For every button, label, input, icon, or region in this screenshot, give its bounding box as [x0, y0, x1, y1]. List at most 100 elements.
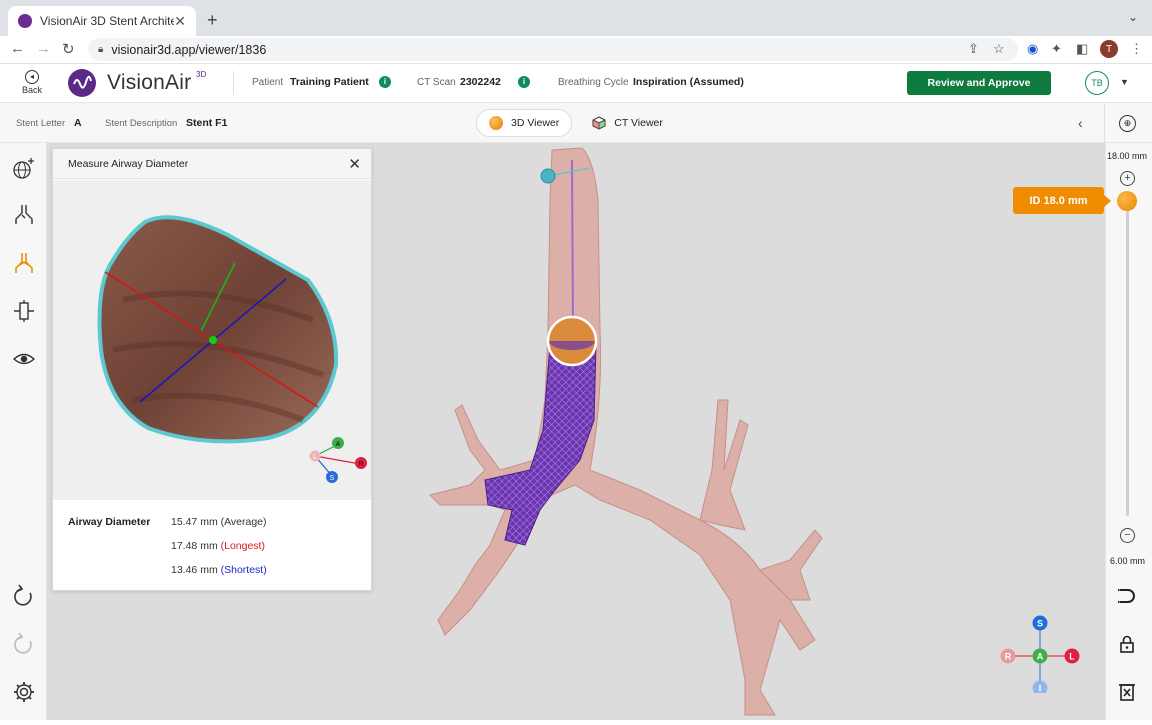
- longest-diameter-value: 17.48 mm: [171, 540, 218, 552]
- tab-title: VisionAir 3D Stent Architect: [40, 14, 175, 28]
- browser-profile-avatar[interactable]: T: [1100, 40, 1118, 58]
- delete-stent-icon[interactable]: [1116, 681, 1138, 703]
- magnet-snap-icon[interactable]: [1116, 585, 1138, 607]
- stent-description-value: Stent F1: [186, 117, 228, 129]
- sphere-icon: [489, 116, 503, 130]
- slider-max-label: 18.00 mm: [1107, 151, 1148, 161]
- url-field[interactable]: 🔒︎ visionair3d.app/viewer/1836: [88, 38, 1018, 61]
- patient-value: Training Patient: [290, 76, 369, 88]
- zoom-plus-icon[interactable]: +: [1120, 171, 1135, 186]
- redo-rotate-disabled-icon[interactable]: [12, 632, 36, 656]
- share-icon[interactable]: ⇪: [968, 41, 979, 57]
- back-circle-icon: ◂: [25, 70, 39, 84]
- user-avatar[interactable]: TB: [1085, 71, 1109, 95]
- extensions-puzzle-icon[interactable]: ✦: [1051, 41, 1062, 57]
- average-diameter: 15.47 mm (Average): [171, 516, 267, 528]
- diameter-slider-handle[interactable]: [1117, 191, 1137, 211]
- measure-airway-panel: Measure Airway Diameter ✕ L A R S Airway…: [52, 148, 372, 591]
- axis-l-label: L: [1069, 652, 1075, 662]
- measure-airway-icon[interactable]: [12, 251, 36, 275]
- new-tab-icon[interactable]: +: [207, 10, 218, 31]
- back-label: Back: [21, 85, 42, 95]
- lock-icon[interactable]: [1116, 633, 1138, 655]
- ct-scan-label: CT Scan: [417, 77, 456, 88]
- axis-i-label: I: [1039, 684, 1042, 694]
- stent-tool-icon[interactable]: [12, 299, 36, 323]
- panel-axis-r: R: [358, 461, 363, 468]
- stent-letter-value: A: [74, 117, 82, 129]
- cube-icon: [592, 116, 606, 130]
- viewer-toggle: 3D Viewer CT Viewer: [476, 109, 675, 137]
- airway-cross-section-view: L A R S: [53, 180, 371, 500]
- lock-icon: 🔒︎: [98, 44, 104, 55]
- stent-letter-label: Stent Letter: [16, 118, 66, 129]
- axis-s-label: S: [1037, 619, 1043, 629]
- browser-address-bar: ← → ↻ 🔒︎ visionair3d.app/viewer/1836 ⇪ ☆…: [0, 36, 1152, 64]
- airway-diameter-results: Airway Diameter 15.47 mm (Average) 17.48…: [53, 500, 371, 590]
- app-favicon-icon: [18, 14, 32, 28]
- logo-text: VisionAir: [107, 71, 192, 94]
- tab-3d-viewer[interactable]: 3D Viewer: [476, 109, 573, 137]
- ct-info-icon[interactable]: i: [518, 76, 530, 88]
- slider-min-label: 6.00 mm: [1110, 556, 1146, 566]
- panel-title: Measure Airway Diameter: [68, 157, 189, 170]
- user-menu-caret-icon[interactable]: ▼: [1120, 77, 1129, 87]
- review-and-approve-button[interactable]: Review and Approve: [907, 71, 1051, 95]
- breathing-cycle-value: Inspiration (Assumed): [633, 76, 744, 88]
- header-divider: [233, 71, 234, 95]
- longest-diameter-tag: (Longest): [220, 540, 265, 552]
- panel-axis-a: A: [336, 441, 341, 448]
- visibility-eye-icon[interactable]: [12, 347, 36, 371]
- side-panel-icon[interactable]: ◧: [1076, 41, 1088, 57]
- shortest-diameter-value: 13.46 mm: [171, 564, 218, 576]
- stent-subheader: Stent Letter A Stent Description Stent F…: [0, 103, 1152, 143]
- back-button[interactable]: ◂ Back: [18, 70, 46, 95]
- inner-diameter-badge: ID 18.0 mm: [1013, 187, 1111, 214]
- compass-icon[interactable]: ⊕: [1119, 115, 1136, 132]
- axis-r-label: R: [1005, 652, 1012, 662]
- add-model-globe-icon[interactable]: [12, 156, 36, 180]
- average-diameter-tag: (Average): [220, 516, 267, 528]
- tab-3d-viewer-label: 3D Viewer: [511, 117, 560, 129]
- panel-header: Measure Airway Diameter: [53, 149, 371, 179]
- breathing-cycle-label: Breathing Cycle: [558, 77, 629, 88]
- collapse-chevron-icon[interactable]: ‹: [1078, 115, 1083, 131]
- browser-tab[interactable]: VisionAir 3D Stent Architect ✕: [8, 6, 196, 36]
- forward-arrow-icon[interactable]: →: [36, 40, 51, 57]
- left-toolbar: [0, 143, 47, 720]
- shortest-diameter: 13.46 mm (Shortest): [171, 564, 267, 576]
- tab-close-icon[interactable]: ✕: [174, 13, 186, 30]
- reset-rotate-icon[interactable]: [12, 584, 36, 608]
- password-extension-icon[interactable]: ◉: [1027, 41, 1038, 57]
- diameter-slider-track[interactable]: [1126, 196, 1129, 516]
- shortest-diameter-tag: (Shortest): [220, 564, 267, 576]
- ct-scan-value: 2302242: [460, 76, 501, 88]
- longest-diameter: 17.48 mm (Longest): [171, 540, 265, 552]
- tab-ct-viewer-label: CT Viewer: [614, 117, 663, 129]
- tab-list-chevron-icon[interactable]: ⌄: [1128, 10, 1138, 24]
- url-text: visionair3d.app/viewer/1836: [111, 42, 267, 57]
- browser-tab-bar: VisionAir 3D Stent Architect ✕ + ⌄: [0, 0, 1152, 36]
- patient-info-icon[interactable]: i: [379, 76, 391, 88]
- airway-diameter-label: Airway Diameter: [68, 516, 151, 528]
- panel-axis-s: S: [330, 475, 335, 482]
- app-header: ◂ Back VisionAir 3D Patient Training Pat…: [0, 64, 1152, 103]
- average-diameter-value: 15.47 mm: [171, 516, 218, 528]
- settings-gear-icon[interactable]: [12, 680, 36, 704]
- close-icon[interactable]: ✕: [348, 155, 361, 173]
- airway-segment-icon[interactable]: [12, 203, 36, 227]
- axis-a-label: A: [1037, 652, 1044, 662]
- tab-ct-viewer[interactable]: CT Viewer: [580, 109, 675, 137]
- visionair-logo-icon: [68, 69, 96, 97]
- subheader-divider: [1104, 103, 1105, 143]
- zoom-minus-icon[interactable]: −: [1120, 528, 1135, 543]
- back-arrow-icon[interactable]: ←: [10, 40, 25, 57]
- reload-icon[interactable]: ↻: [62, 40, 75, 58]
- stent-description-label: Stent Description: [105, 118, 178, 129]
- browser-menu-icon[interactable]: ⋮: [1130, 41, 1143, 57]
- panel-axis-l: L: [313, 454, 317, 461]
- bookmark-star-icon[interactable]: ☆: [993, 41, 1005, 57]
- patient-label: Patient: [252, 77, 284, 88]
- orientation-axes-widget: S R A L I: [1000, 615, 1080, 694]
- logo-superscript: 3D: [196, 70, 207, 79]
